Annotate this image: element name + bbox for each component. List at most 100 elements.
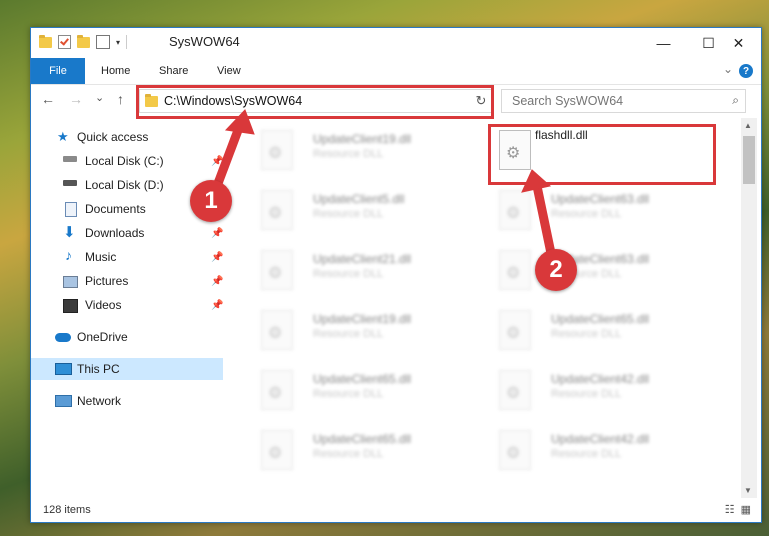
sidebar-item-downloads[interactable]: ⬇ Downloads 📌 [31, 222, 223, 244]
drive-icon [63, 180, 77, 186]
separator [126, 35, 128, 49]
view-switcher: ☷ ▦ [725, 503, 751, 516]
drive-icon [63, 156, 77, 162]
sidebar-item-label: Local Disk (C:) [85, 154, 164, 168]
sidebar-item-music[interactable]: ♪ Music 📌 [31, 246, 223, 268]
back-button[interactable]: ← [41, 91, 55, 107]
list-item[interactable]: UpdateClient65.dll Resource DLL [485, 302, 705, 354]
music-icon: ♪ [65, 247, 72, 263]
sidebar-item-this-pc[interactable]: This PC [31, 358, 223, 380]
list-item[interactable]: UpdateClient19.dll Resource DLL [247, 302, 467, 354]
file-name: UpdateClient65.dll [313, 372, 412, 386]
sidebar-item-label: Local Disk (D:) [85, 178, 164, 192]
address-highlight-box [136, 85, 494, 119]
file-name: UpdateClient65.dll [551, 312, 650, 326]
sidebar-item-local-disk-c[interactable]: Local Disk (C:) 📌 [31, 150, 223, 172]
step-1-badge: 1 [190, 180, 232, 222]
help-icon[interactable]: ? [739, 64, 753, 78]
dll-file-icon [261, 190, 293, 230]
new-folder-icon[interactable] [77, 34, 90, 48]
file-name: UpdateClient42.dll [551, 372, 650, 386]
file-highlight-box [488, 124, 716, 185]
sidebar-item-onedrive[interactable]: OneDrive [31, 326, 223, 348]
pin-icon: 📌 [211, 275, 224, 287]
file-type: Resource DLL [313, 388, 384, 400]
tab-share[interactable]: Share [159, 58, 188, 84]
minimize-button[interactable]: — [641, 28, 686, 58]
sidebar-item-label: Downloads [85, 226, 145, 240]
recent-locations-button[interactable]: ⌄ [95, 91, 104, 104]
sidebar-item-label: Pictures [85, 274, 129, 288]
close-button[interactable]: ✕ [716, 28, 761, 58]
pin-icon: 📌 [211, 227, 224, 239]
list-item[interactable]: UpdateClient63.dll Resource DLL [485, 182, 705, 234]
up-button[interactable]: ↑ [117, 91, 124, 107]
file-name: UpdateClient5.dll [313, 192, 405, 206]
list-item[interactable]: UpdateClient63.dll Resource DLL [485, 242, 705, 294]
list-item[interactable]: UpdateClient5.dll Resource DLL [247, 182, 467, 234]
ribbon-expand-icon[interactable]: ⌄ [723, 62, 733, 76]
vertical-scrollbar[interactable]: ▲ ▼ [741, 118, 757, 498]
dll-file-icon [261, 370, 293, 410]
forward-button[interactable]: → [69, 91, 83, 107]
list-item[interactable]: UpdateClient42.dll Resource DLL [485, 362, 705, 414]
ribbon: File Home Share View ⌄ ? [31, 58, 761, 84]
scrollbar-thumb[interactable] [743, 136, 755, 184]
pin-icon: 📌 [211, 155, 224, 167]
search-input[interactable] [510, 93, 714, 109]
sidebar-item-network[interactable]: Network [31, 390, 223, 412]
dll-file-icon [261, 250, 293, 290]
customize-icon[interactable] [96, 35, 110, 49]
folder-icon [39, 34, 52, 48]
title-bar: ▾ SysWOW64 — ☐ ✕ [31, 28, 761, 58]
sidebar-item-label: Network [77, 394, 122, 408]
sidebar-item-quick-access[interactable]: ★ Quick access [31, 126, 223, 148]
videos-icon [63, 299, 78, 313]
chevron-down-icon[interactable]: ▾ [116, 38, 120, 47]
sidebar-item-label: Documents [85, 202, 146, 216]
dll-file-icon [499, 370, 531, 410]
dll-file-icon [499, 310, 531, 350]
file-name: UpdateClient65.dll [313, 432, 412, 446]
star-icon: ★ [57, 129, 69, 144]
documents-icon [65, 201, 77, 217]
properties-check-icon[interactable] [58, 35, 71, 49]
pin-icon: 📌 [211, 251, 224, 263]
file-name: UpdateClient19.dll [313, 132, 412, 146]
file-type: Resource DLL [551, 388, 622, 400]
file-name: UpdateClient19.dll [313, 312, 412, 326]
details-view-icon[interactable]: ☷ [725, 503, 735, 516]
file-type: Resource DLL [551, 448, 622, 460]
scroll-down-icon[interactable]: ▼ [744, 486, 752, 495]
pictures-icon [63, 276, 78, 288]
dll-file-icon [499, 190, 531, 230]
file-name: UpdateClient21.dll [313, 252, 412, 266]
scroll-up-icon[interactable]: ▲ [744, 121, 752, 130]
list-item[interactable]: UpdateClient65.dll Resource DLL [247, 362, 467, 414]
file-type: Resource DLL [313, 328, 384, 340]
download-icon: ⬇ [63, 224, 76, 241]
tab-view[interactable]: View [217, 58, 241, 84]
pin-icon: 📌 [211, 299, 224, 311]
list-item[interactable]: UpdateClient21.dll Resource DLL [247, 242, 467, 294]
tab-home[interactable]: Home [101, 58, 130, 84]
sidebar-item-pictures[interactable]: Pictures 📌 [31, 270, 223, 292]
search-box[interactable]: ⌕ [501, 89, 746, 113]
sidebar-item-label: Quick access [77, 130, 149, 144]
sidebar-item-videos[interactable]: Videos 📌 [31, 294, 223, 316]
cloud-icon [55, 333, 71, 342]
navigation-pane: ★ Quick access Local Disk (C:) 📌 Local D… [31, 118, 227, 498]
file-type: Resource DLL [313, 268, 384, 280]
sidebar-item-label: Videos [85, 298, 122, 312]
search-icon[interactable]: ⌕ [732, 93, 739, 108]
list-item[interactable]: UpdateClient42.dll Resource DLL [485, 422, 705, 474]
file-name: UpdateClient42.dll [551, 432, 650, 446]
list-item[interactable]: UpdateClient65.dll Resource DLL [247, 422, 467, 474]
dll-file-icon [261, 130, 293, 170]
list-item[interactable]: UpdateClient19.dll Resource DLL [247, 122, 467, 174]
file-type: Resource DLL [551, 208, 622, 220]
file-type: Resource DLL [313, 148, 384, 160]
file-tab[interactable]: File [31, 58, 85, 84]
tiles-view-icon[interactable]: ▦ [741, 503, 751, 516]
file-type: Resource DLL [551, 328, 622, 340]
